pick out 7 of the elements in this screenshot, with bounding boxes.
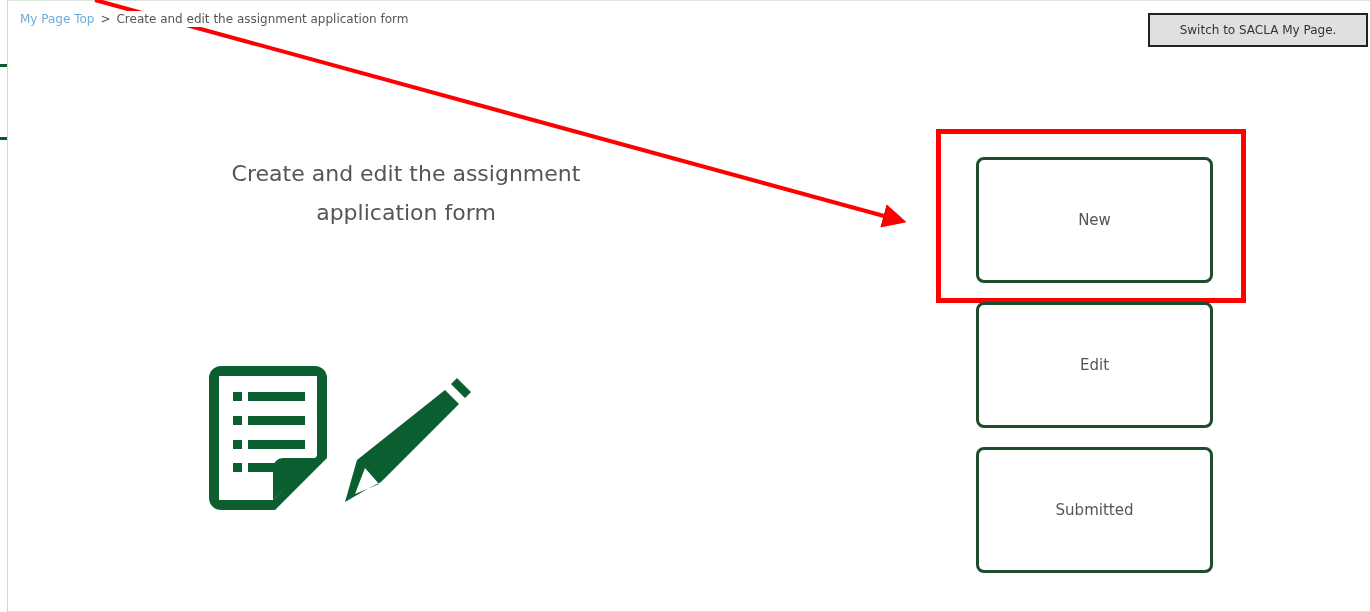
switch-button[interactable]: Switch to SACLA My Page. <box>1148 13 1368 47</box>
option-button[interactable]: Submitted <box>976 447 1213 573</box>
document-pencil-icon <box>209 366 473 510</box>
breadcrumb-current: Create and edit the assignment application form <box>116 11 409 27</box>
option-button[interactable]: New <box>976 157 1213 283</box>
option-button[interactable]: Edit <box>976 302 1213 428</box>
page-heading: Create and edit the assignment application form <box>230 160 582 227</box>
